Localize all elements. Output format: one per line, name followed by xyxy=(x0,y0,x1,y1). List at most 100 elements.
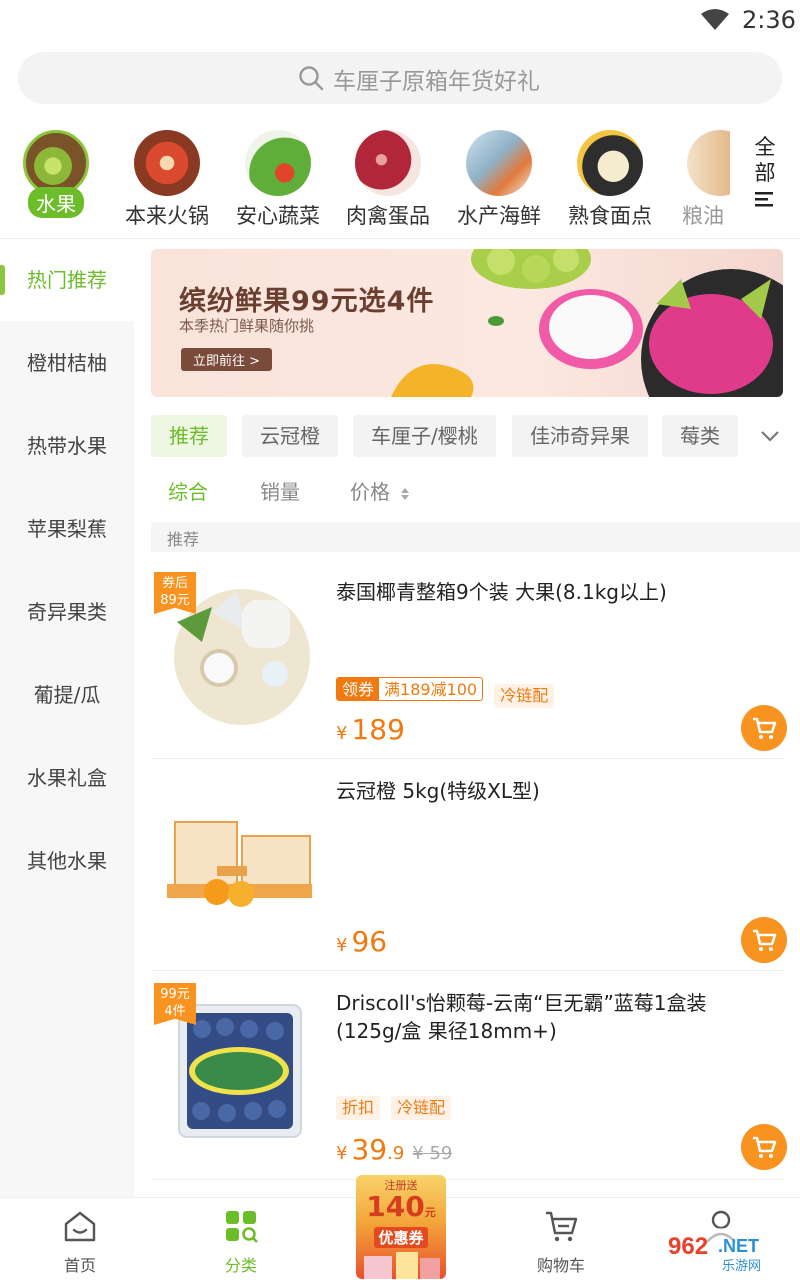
section-header: 推荐 xyxy=(151,522,800,552)
vegetables-image xyxy=(245,130,311,196)
menu-icon xyxy=(755,192,773,207)
category-strip: 水果 本来火锅 安心蔬菜 肉禽蛋品 水产海鲜 熟食面点 粮油 xyxy=(0,120,800,238)
chevron-down-icon[interactable] xyxy=(758,424,782,448)
nav-category-label: 分类 xyxy=(224,1256,257,1275)
category-vegetables[interactable]: 安心蔬菜 xyxy=(228,130,328,230)
badge-line2: 4件 xyxy=(164,1004,186,1019)
cart-icon xyxy=(753,1136,777,1158)
price-value: 39 xyxy=(351,1133,388,1166)
badge-line2: 89元 xyxy=(160,593,190,608)
nav-home-label: 首页 xyxy=(63,1256,96,1275)
cart-icon xyxy=(753,929,777,951)
sidebar-item-grape-melon[interactable]: 葡提/瓜 xyxy=(0,654,134,736)
sort-overall[interactable]: 综合 xyxy=(168,476,208,505)
product-card[interactable]: 券后 89元 泰国椰青整箱9个装 大果(8.1kg以上) 领券 满189减100 … xyxy=(151,560,787,759)
price-value: 189 xyxy=(351,713,405,746)
all-categories-label-2: 部 xyxy=(754,161,776,185)
cold-chain-tag: 冷链配 xyxy=(391,1096,452,1120)
nav-cart[interactable]: 购物车 xyxy=(516,1208,606,1276)
home-icon xyxy=(64,1211,96,1242)
status-bar: 2:36 xyxy=(0,0,800,44)
banner-go-button[interactable]: 立即前往 > xyxy=(181,348,273,371)
category-label: 水果 xyxy=(28,187,84,218)
banner-title: 缤纷鲜果99元选4件 xyxy=(179,286,435,317)
tab-kiwi[interactable]: 佳沛奇异果 xyxy=(512,415,648,457)
original-price: ¥ 59 xyxy=(412,1143,453,1164)
shopping-cart-icon xyxy=(546,1211,578,1242)
wifi-icon xyxy=(701,9,729,30)
coupon-text: 满189减100 xyxy=(384,680,478,699)
meat-image xyxy=(355,130,421,196)
all-categories-label-1: 全 xyxy=(754,135,776,159)
tab-cherry[interactable]: 车厘子/樱桃 xyxy=(353,415,496,457)
promo-unit: 元 xyxy=(424,1206,436,1219)
search-bar[interactable]: 车厘子原箱年货好礼 xyxy=(18,52,782,104)
sidebar-item-citrus[interactable]: 橙柑桔柚 xyxy=(0,322,134,404)
category-deli[interactable]: 熟食面点 xyxy=(560,130,660,230)
search-icon xyxy=(299,66,324,91)
sidebar-item-hot[interactable]: 热门推荐 xyxy=(0,239,134,321)
category-grain-oil[interactable]: 粮油 xyxy=(670,130,730,230)
category-sidebar: 热门推荐 橙柑桔柚 热带水果 苹果梨蕉 奇异果类 葡提/瓜 水果礼盒 其他水果 xyxy=(0,239,134,1197)
currency-symbol: ¥ xyxy=(336,723,348,744)
product-tags: 折扣 冷链配 xyxy=(336,1096,457,1120)
grain-oil-image xyxy=(687,130,730,196)
category-meat-eggs[interactable]: 肉禽蛋品 xyxy=(338,130,438,230)
category-label: 肉禽蛋品 xyxy=(346,204,430,228)
badge-line1: 99元 xyxy=(160,987,190,1002)
tab-navel-orange[interactable]: 云冠橙 xyxy=(242,415,338,457)
category-fruit[interactable]: 水果 xyxy=(6,130,106,218)
promo-amount: 140元 xyxy=(356,1193,446,1227)
nav-home[interactable]: 首页 xyxy=(35,1208,125,1276)
category-label: 本来火锅 xyxy=(125,204,209,228)
cold-chain-tag: 冷链配 xyxy=(494,684,555,708)
sort-sales[interactable]: 销量 xyxy=(260,476,300,505)
promo-banner[interactable]: 缤纷鲜果99元选4件 本季热门鲜果随你挑 立即前往 > xyxy=(151,249,783,397)
price-value: 96 xyxy=(351,925,388,958)
banner-subtitle: 本季热门鲜果随你挑 xyxy=(179,317,315,335)
hotpot-image xyxy=(134,130,200,196)
category-label: 粮油 xyxy=(682,204,724,228)
badge-line1: 券后 xyxy=(161,576,188,591)
sidebar-item-apple-pear-banana[interactable]: 苹果梨蕉 xyxy=(0,488,134,570)
sidebar-item-gift-box[interactable]: 水果礼盒 xyxy=(0,737,134,819)
coupon-tag[interactable]: 领券 满189减100 xyxy=(336,677,484,701)
price-decimal: .9 xyxy=(387,1143,405,1164)
product-card[interactable]: 99元 4件 Driscoll's怡颗莓-云南“巨无霸”蓝莓1盒装(125g/盒… xyxy=(151,971,787,1180)
tab-berries[interactable]: 莓类 xyxy=(662,415,738,457)
register-coupon-promo[interactable]: 注册送 140元 优惠券 xyxy=(356,1175,446,1279)
sidebar-item-kiwi[interactable]: 奇异果类 xyxy=(0,571,134,653)
section-title: 推荐 xyxy=(167,530,200,549)
category-label: 水产海鲜 xyxy=(457,204,541,228)
cart-icon xyxy=(753,717,777,739)
coupon-label: 领券 xyxy=(337,678,380,700)
category-hotpot[interactable]: 本来火锅 xyxy=(117,130,217,230)
discount-tag: 折扣 xyxy=(336,1096,381,1120)
product-price: ¥96 xyxy=(336,925,387,958)
add-to-cart-button[interactable] xyxy=(741,1124,787,1170)
svg-text:.NET: .NET xyxy=(718,1236,759,1256)
add-to-cart-button[interactable] xyxy=(741,705,787,751)
product-price: ¥189 xyxy=(336,713,405,746)
sort-price-label: 价格 xyxy=(350,480,390,504)
svg-text:乐游网: 乐游网 xyxy=(722,1259,761,1274)
add-to-cart-button[interactable] xyxy=(741,917,787,963)
product-card[interactable]: 云冠橙 5kg(特级XL型) ¥96 xyxy=(151,759,787,971)
sidebar-item-tropical[interactable]: 热带水果 xyxy=(0,405,134,487)
dumplings-image xyxy=(577,130,643,196)
nav-cart-label: 购物车 xyxy=(536,1256,585,1275)
clock: 2:36 xyxy=(742,6,796,34)
product-title: 泰国椰青整箱9个装 大果(8.1kg以上) xyxy=(336,580,667,604)
orange-box-image xyxy=(167,821,312,907)
promo-amount-value: 140 xyxy=(366,1190,425,1223)
seafood-image xyxy=(466,130,532,196)
category-label: 安心蔬菜 xyxy=(236,204,320,228)
sidebar-item-other[interactable]: 其他水果 xyxy=(0,820,134,902)
search-placeholder: 车厘子原箱年货好礼 xyxy=(333,69,540,95)
category-seafood[interactable]: 水产海鲜 xyxy=(449,130,549,230)
sort-price[interactable]: 价格 xyxy=(350,476,410,505)
all-categories-button[interactable]: 全 部 xyxy=(745,134,785,214)
nav-category[interactable]: 分类 xyxy=(196,1208,286,1276)
product-title: Driscoll's怡颗莓-云南“巨无霸”蓝莓1盒装(125g/盒 果径18mm… xyxy=(336,991,707,1043)
tab-recommended[interactable]: 推荐 xyxy=(151,415,227,457)
